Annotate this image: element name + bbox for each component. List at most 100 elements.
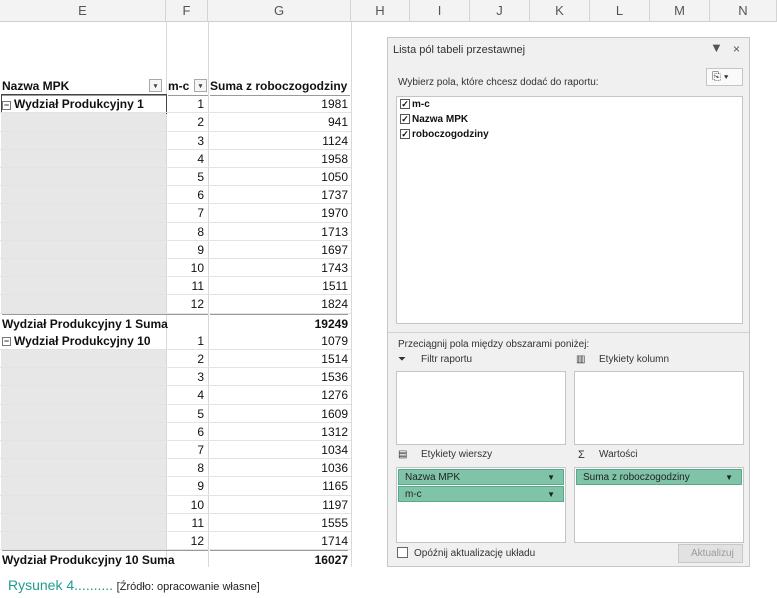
checkbox-checked-icon[interactable]: ✓ [400,99,410,110]
column-header[interactable]: J [470,0,530,22]
figure-caption: Rysunek 4.......... [Źródło: opracowanie… [8,577,260,593]
month-cell: 9 [197,479,204,494]
row-field-pill[interactable]: Nazwa MPK ▼ [398,469,564,485]
column-header[interactable]: E [0,0,166,22]
hours-cell: 1970 [321,206,348,221]
rows-drop-area[interactable]: Nazwa MPK ▼ m-c ▼ [396,467,566,543]
panel-options-icon[interactable]: ▼ [710,40,723,55]
filter-drop-area[interactable] [396,371,566,445]
checkbox-checked-icon[interactable]: ✓ [400,114,410,125]
group-spacer-cell [1,277,166,296]
hours-cell: 941 [327,115,348,130]
month-cell: 1 [197,97,204,112]
field-list-box: ✓ m-c ✓ Nazwa MPK ✓ roboczogodziny [396,96,743,324]
caption-title: Rysunek 4.......... [8,577,114,593]
hours-cell: 1713 [321,224,348,239]
month-cell: 5 [197,406,204,421]
column-header[interactable]: F [166,0,208,22]
filter-dropdown-icon[interactable]: ▾ [149,79,162,92]
group-spacer-cell [1,350,166,368]
hours-cell: 1958 [321,151,348,166]
collapse-icon[interactable]: − [2,100,11,110]
layout-settings-button[interactable]: ⎘ ▾ [706,68,743,86]
hours-cell: 1697 [321,242,348,257]
column-header[interactable]: H [351,0,410,22]
hours-cell: 1079 [321,333,348,348]
dropdown-arrow-icon[interactable]: ▼ [547,487,555,503]
field-item[interactable]: ✓ Nazwa MPK [400,114,468,125]
hours-cell: 1050 [321,170,348,184]
hours-cell: 1036 [321,461,348,476]
header-label: m-c [168,79,190,93]
month-cell: 12 [190,534,204,548]
hours-cell: 1034 [321,443,348,457]
month-cell: 2 [197,115,204,130]
group-spacer-cell [1,459,166,478]
group-label[interactable]: − Wydział Produkcyjny 1 [1,94,167,115]
group-spacer-cell [1,513,166,532]
checkbox-checked-icon[interactable]: ✓ [400,129,410,140]
layout-settings-icon: ⎘ ▾ [712,71,729,83]
column-header[interactable]: I [410,0,470,22]
column-header[interactable]: K [530,0,590,22]
month-cell: 6 [197,424,204,439]
month-cell: 7 [197,443,204,457]
spreadsheet-grid[interactable]: Nazwa MPK ▾ m-c ▾ Suma z roboczogodziny − Wydz… [0,22,385,567]
area-columns-label: Etykiety kolumn [599,354,670,365]
pivot-header-name[interactable]: Nazwa MPK ▾ [2,77,166,96]
dropdown-arrow-icon[interactable]: ▼ [547,470,555,486]
filter-icon: ⏷ [398,354,406,365]
month-cell: 2 [197,352,204,366]
filter-dropdown-icon[interactable]: ▾ [194,79,207,92]
group-spacer-cell [1,204,166,223]
hours-cell: 1514 [321,352,348,366]
panel-title: Lista pól tabeli przestawnej [393,44,526,56]
hours-cell: 1165 [322,479,348,494]
hours-cell: 1124 [322,133,348,148]
defer-update-label: Opóźnij aktualizację układu [414,548,536,559]
column-header[interactable]: G [208,0,351,22]
field-item[interactable]: ✓ roboczogodziny [400,129,489,140]
group-spacer-cell [1,168,166,186]
month-cell: 9 [197,242,204,257]
pivot-header-sum: Suma z roboczogodziny [210,77,350,96]
month-cell: 10 [190,261,204,275]
values-drop-area[interactable]: Suma z roboczogodziny ▼ [574,467,744,543]
group-spacer-cell [1,386,166,405]
hours-cell: 1981 [321,97,348,112]
hours-cell: 1824 [321,297,348,312]
month-cell: 7 [197,206,204,221]
defer-update-checkbox[interactable] [397,547,408,558]
pivot-header-mc[interactable]: m-c ▾ [168,77,208,96]
column-header[interactable]: M [650,0,710,22]
hours-cell: 1609 [321,406,348,421]
update-button[interactable]: Aktualizuj [678,544,743,563]
month-cell: 8 [197,224,204,239]
month-cell: 12 [190,297,204,312]
group-spacer-cell [1,404,166,423]
hours-cell: 1536 [321,370,348,385]
group-spacer-cell [1,222,166,241]
value-field-pill[interactable]: Suma z roboczogodziny ▼ [576,469,742,485]
row-field-pill[interactable]: m-c ▼ [398,486,564,502]
hours-cell: 1197 [322,497,348,512]
rows-icon: ▤ [398,449,408,460]
group-spacer-cell [1,186,166,205]
area-rows-label: Etykiety wierszy [421,449,493,460]
group-spacer-cell [1,240,166,259]
close-icon[interactable]: × [733,42,740,56]
group-label[interactable]: − Wydział Produkcyjny 10 [2,332,166,350]
columns-drop-area[interactable] [574,371,744,445]
group-spacer-cell [1,259,166,277]
hours-cell: 1743 [321,261,348,275]
group-spacer-cell [1,441,166,459]
dropdown-arrow-icon[interactable]: ▼ [725,470,733,486]
column-header[interactable]: N [710,0,777,22]
field-item[interactable]: ✓ m-c [400,99,430,110]
hours-cell: 1511 [322,279,348,294]
collapse-icon[interactable]: − [2,337,11,347]
month-cell: 4 [197,151,204,166]
group-spacer-cell [1,477,166,496]
area-values-label: Wartości [599,449,638,460]
column-header[interactable]: L [590,0,650,22]
